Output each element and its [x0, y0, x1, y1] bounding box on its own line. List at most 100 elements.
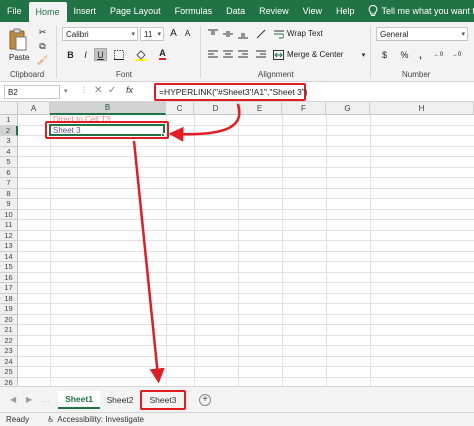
row-header-7[interactable]: 7 — [0, 178, 18, 189]
add-sheet-button[interactable]: + — [199, 394, 211, 406]
row-header-14[interactable]: 14 — [0, 251, 18, 262]
currency-format-button[interactable]: $ — [378, 48, 391, 61]
format-painter-icon[interactable]: 🖌 — [36, 54, 49, 67]
copy-icon[interactable]: ⧉ — [36, 40, 49, 53]
row-header-13[interactable]: 13 — [0, 241, 18, 252]
chevron-down-icon[interactable]: ▾ — [357, 48, 370, 61]
row-header-17[interactable]: 17 — [0, 283, 18, 294]
row-header-16[interactable]: 16 — [0, 272, 18, 283]
italic-button[interactable]: I — [79, 48, 92, 61]
row-header-25[interactable]: 25 — [0, 367, 18, 378]
row-header-18[interactable]: 18 — [0, 293, 18, 304]
tab-home[interactable]: Home — [28, 2, 67, 22]
font-name-select[interactable]: Calibri ▾ — [62, 27, 138, 41]
cancel-icon[interactable]: ✕ — [94, 85, 102, 96]
column-header-h[interactable]: H — [370, 102, 474, 115]
indent-icon[interactable] — [254, 48, 267, 61]
sheet-tab-sheet2[interactable]: Sheet2 — [102, 391, 138, 409]
gridline — [18, 145, 474, 147]
tab-view[interactable]: View — [296, 0, 329, 22]
column-header-c[interactable]: C — [166, 102, 194, 115]
font-size-select[interactable]: 11 ▾ — [140, 27, 164, 41]
row-header-11[interactable]: 11 — [0, 220, 18, 231]
sheet-tab-sheet1[interactable]: Sheet1 — [58, 391, 100, 409]
percent-format-button[interactable]: % — [398, 48, 411, 61]
row-header-10[interactable]: 10 — [0, 209, 18, 220]
increase-decimal-icon[interactable]: ←0 — [432, 48, 445, 61]
row-header-9[interactable]: 9 — [0, 199, 18, 210]
column-header-f[interactable]: F — [282, 102, 326, 115]
column-header-a[interactable]: A — [18, 102, 50, 115]
enter-icon[interactable]: ✓ — [108, 85, 116, 96]
accessibility-status[interactable]: ♿ Accessibility: Investigate — [47, 415, 144, 424]
row-header-22[interactable]: 22 — [0, 335, 18, 346]
sheet-tab-sheet3[interactable]: Sheet3 — [140, 390, 186, 410]
fill-color-icon[interactable] — [134, 48, 147, 61]
align-left-icon[interactable] — [206, 48, 219, 61]
column-header-g[interactable]: G — [326, 102, 370, 115]
tab-review[interactable]: Review — [252, 0, 296, 22]
gridline — [18, 166, 474, 168]
scroll-right-icon[interactable]: ▶ — [26, 395, 32, 404]
bold-button[interactable]: B — [64, 48, 77, 61]
gridline — [18, 292, 474, 294]
row-header-12[interactable]: 12 — [0, 230, 18, 241]
row-header-19[interactable]: 19 — [0, 304, 18, 315]
orientation-icon[interactable] — [254, 27, 267, 40]
wrap-text-button[interactable]: Wrap Text — [287, 29, 323, 38]
tell-me-text: Tell me what you want to do — [381, 6, 474, 16]
tell-me-search[interactable]: Tell me what you want to do — [368, 0, 474, 22]
align-top-icon[interactable] — [206, 27, 219, 40]
row-header-4[interactable]: 4 — [0, 146, 18, 157]
row-header-15[interactable]: 15 — [0, 262, 18, 273]
select-all-corner[interactable] — [0, 102, 18, 115]
insert-function-icon[interactable]: fx — [126, 85, 133, 95]
column-header-e[interactable]: E — [238, 102, 282, 115]
tab-insert[interactable]: Insert — [67, 0, 104, 22]
row-header-21[interactable]: 21 — [0, 325, 18, 336]
align-right-icon[interactable] — [236, 48, 249, 61]
tab-data[interactable]: Data — [219, 0, 252, 22]
font-color-button[interactable]: A — [156, 48, 169, 61]
gridline — [50, 115, 51, 386]
column-header-b[interactable]: B — [50, 102, 166, 115]
name-box-dropdown-icon[interactable]: ▾ — [64, 87, 68, 95]
borders-icon[interactable] — [112, 48, 125, 61]
tab-formulas[interactable]: Formulas — [168, 0, 220, 22]
name-box[interactable]: B2 — [4, 85, 60, 99]
column-header-d[interactable]: D — [194, 102, 238, 115]
paste-button[interactable] — [6, 26, 30, 54]
formula-input[interactable]: =HYPERLINK("#Sheet3'!A1","Sheet 3") — [154, 83, 308, 101]
row-header-3[interactable]: 3 — [0, 136, 18, 147]
tab-file[interactable]: File — [0, 0, 29, 22]
decrease-decimal-icon[interactable]: →0 — [450, 48, 463, 61]
scroll-left-icon[interactable]: ◀ — [10, 395, 16, 404]
tab-help[interactable]: Help — [329, 0, 362, 22]
row-header-1[interactable]: 1 — [0, 115, 18, 126]
name-box-value: B2 — [8, 87, 18, 97]
row-header-2[interactable]: 2 — [0, 125, 18, 136]
number-format-select[interactable]: General ▾ — [376, 27, 468, 41]
tab-page-layout[interactable]: Page Layout — [103, 0, 168, 22]
shrink-font-button[interactable]: A — [181, 27, 194, 40]
font-size-value: 11 — [144, 29, 153, 39]
gridline — [18, 219, 474, 220]
comma-style-button[interactable]: , — [414, 48, 427, 61]
cut-icon[interactable]: ✂ — [36, 26, 49, 39]
row-header-5[interactable]: 5 — [0, 157, 18, 168]
grow-font-button[interactable]: A — [167, 27, 180, 40]
row-header-24[interactable]: 24 — [0, 356, 18, 367]
bold-icon: B — [67, 49, 74, 60]
align-center-icon[interactable] — [221, 48, 234, 61]
row-header-23[interactable]: 23 — [0, 346, 18, 357]
worksheet-grid[interactable]: A B C D E F G H 1 2 3 4 5 6 7 8 9 10 11 12 13 14 15 16 1… — [0, 102, 474, 386]
align-middle-icon[interactable] — [221, 27, 234, 40]
row-header-8[interactable]: 8 — [0, 188, 18, 199]
row-header-6[interactable]: 6 — [0, 167, 18, 178]
row-header-26[interactable]: 26 — [0, 377, 18, 386]
align-bottom-icon[interactable] — [236, 27, 249, 40]
underline-button[interactable]: U — [94, 48, 107, 61]
gridline — [18, 303, 474, 304]
row-header-20[interactable]: 20 — [0, 314, 18, 325]
merge-center-button[interactable]: Merge & Center — [287, 50, 343, 59]
